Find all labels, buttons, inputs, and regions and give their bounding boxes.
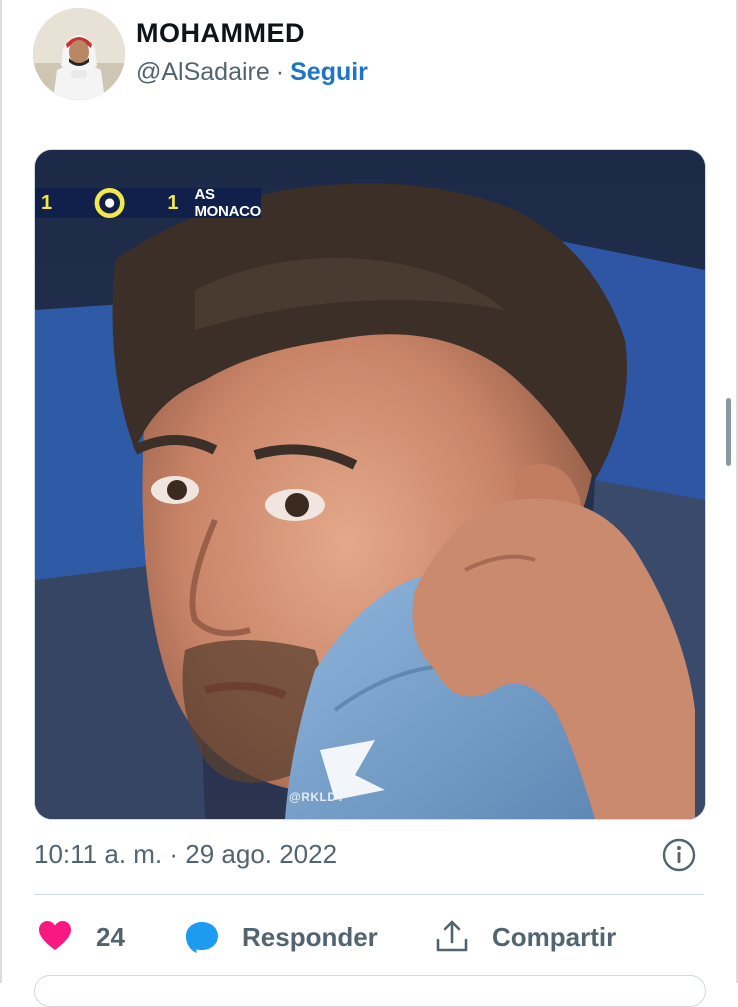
home-score: 1 [41,191,53,214]
away-score: 1 [167,191,179,214]
share-upload-icon[interactable] [434,918,470,954]
tweet-timestamp[interactable]: 10:11 a. m. · 29 ago. 2022 [34,839,337,870]
next-content-card-edge [34,975,706,1007]
divider [34,894,704,895]
author-handle-row: @AlSadaire · Seguir [136,58,368,87]
separator-dot: · [275,58,285,86]
scoreboard: 1 1 AS MONACO [35,186,261,220]
photo-illustration [35,150,705,819]
author-name[interactable]: MOHAMMED [136,18,305,49]
avatar[interactable] [33,8,125,100]
away-team-name: AS MONACO [194,186,261,220]
tweet-media-image[interactable]: 1 1 AS MONACO @RKLDY [34,149,706,820]
share-button[interactable]: Compartir [492,922,616,953]
scrollbar-thumb[interactable] [726,398,731,466]
follow-button[interactable]: Seguir [290,58,368,86]
image-watermark: @RKLDY [289,790,346,804]
speech-bubble-icon[interactable] [184,920,220,954]
ligue1-logo-icon [94,188,125,218]
info-icon[interactable] [662,838,696,872]
author-handle[interactable]: @AlSadaire [136,58,270,86]
action-bar: 24 Responder Compartir [34,914,704,960]
window-border-left [0,0,2,983]
like-count[interactable]: 24 [96,922,125,953]
reply-button[interactable]: Responder [242,922,378,953]
heart-icon[interactable] [38,920,72,952]
